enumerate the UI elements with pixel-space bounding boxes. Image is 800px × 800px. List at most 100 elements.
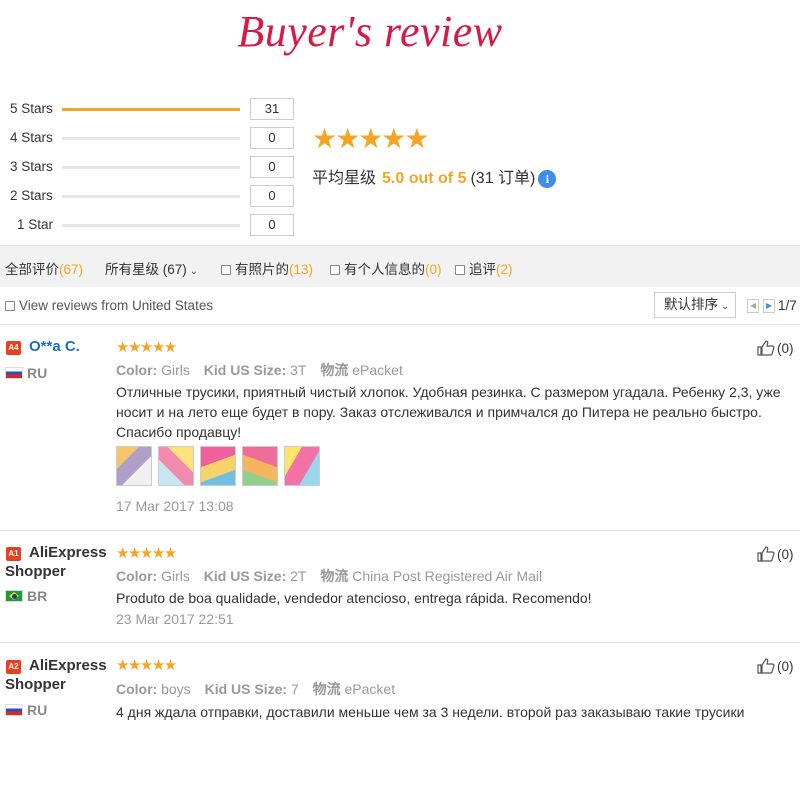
helpful-button[interactable]: (0): [757, 658, 794, 674]
review-stars: ★★★★★: [116, 339, 177, 356]
filter-bar: 全部评价(67) 所有星级 (67) ⌄ 有照片的(13) 有个人信息的(0) 追…: [0, 245, 800, 287]
view-us-reviews[interactable]: View reviews from United States: [5, 298, 213, 313]
info-icon[interactable]: i: [538, 169, 557, 188]
buyer-country: BR: [27, 588, 48, 604]
color-value: Girls: [161, 362, 190, 378]
filter-photos-label: 有照片的: [235, 262, 289, 277]
rating-row-label: 3 Stars: [10, 159, 53, 174]
buyer-name: AliExpress Shopper: [5, 657, 107, 693]
rating-count: 31: [250, 98, 294, 120]
rating-bar: [62, 137, 240, 140]
rating-bar: [62, 108, 240, 111]
checkbox-icon[interactable]: [455, 265, 465, 275]
helpful-button[interactable]: (0): [757, 340, 794, 356]
filter-star-select[interactable]: 所有星级 (67) ⌄: [105, 258, 198, 278]
review-attributes: Color: boys Kid US Size: 7 物流 ePacket: [116, 679, 395, 699]
review-attributes: Color: Girls Kid US Size: 2T 物流 China Po…: [116, 566, 542, 586]
shipping-label: 物流: [312, 681, 341, 697]
review-item: A4 O**a C. RU ★★★★★ Color: Girls Kid US …: [0, 326, 800, 531]
buyer-name: AliExpress Shopper: [5, 544, 107, 580]
size-label: Kid US Size:: [203, 362, 287, 378]
buyer-country: RU: [27, 365, 48, 381]
rating-row-3[interactable]: 3 Stars 0: [0, 156, 300, 178]
review-photo[interactable]: [158, 446, 194, 486]
flag-icon: [5, 367, 23, 379]
filter-followup[interactable]: 追评(2): [455, 258, 513, 278]
filter-with-info[interactable]: 有个人信息的(0): [330, 258, 442, 278]
shipping-value: ePacket: [344, 681, 396, 697]
rating-row-2[interactable]: 2 Stars 0: [0, 185, 300, 207]
checkbox-icon[interactable]: [330, 265, 340, 275]
filter-photos-count: (13): [289, 262, 314, 277]
size-label: Kid US Size:: [204, 681, 288, 697]
filter-all-count: (67): [59, 262, 84, 277]
view-bar: View reviews from United States 默认排序 ⌄ ◀ …: [0, 287, 800, 325]
color-label: Color:: [116, 568, 158, 584]
sort-label: 默认排序: [664, 297, 718, 312]
rating-row-1[interactable]: 1 Star 0: [0, 214, 300, 236]
average-stars: ★★★★★: [312, 123, 430, 154]
chevron-down-icon: ⌄: [721, 301, 730, 312]
rating-bar: [62, 195, 240, 198]
page-indicator: 1/7: [778, 298, 797, 313]
review-date: 17 Mar 2017 13:08: [116, 498, 234, 514]
buyer-name[interactable]: O**a C.: [29, 338, 80, 355]
thumbs-up-icon: [757, 658, 775, 674]
checkbox-icon[interactable]: [221, 265, 231, 275]
next-page-button[interactable]: ▶: [763, 299, 775, 313]
chevron-down-icon: ⌄: [189, 266, 199, 277]
thumbs-up-icon: [757, 546, 775, 562]
helpful-count: (0): [777, 341, 794, 356]
size-label: Kid US Size:: [203, 568, 287, 584]
rating-row-label: 4 Stars: [10, 130, 53, 145]
average-rating: 平均星级 5.0 out of 5 (31 订单) i: [312, 164, 557, 188]
thumbs-up-icon: [757, 340, 775, 356]
rating-row-label: 2 Stars: [10, 188, 53, 203]
review-attributes: Color: Girls Kid US Size: 3T 物流 ePacket: [116, 360, 403, 380]
prev-page-button[interactable]: ◀: [747, 299, 759, 313]
filter-all-label: 全部评价: [5, 262, 59, 277]
helpful-button[interactable]: (0): [757, 546, 794, 562]
rating-row-5[interactable]: 5 Stars 31: [0, 98, 300, 120]
review-date: 23 Mar 2017 22:51: [116, 611, 234, 627]
review-photo[interactable]: [200, 446, 236, 486]
checkbox-icon[interactable]: [5, 301, 15, 311]
average-score: 5.0 out of 5: [382, 170, 467, 187]
shipping-label: 物流: [320, 362, 349, 378]
average-orders: (31 订单): [470, 170, 536, 187]
review-text: Отличные трусики, приятный чистый хлопок…: [116, 384, 781, 440]
buyer-level-badge: A4: [6, 341, 21, 355]
review-photos: [116, 446, 320, 486]
color-label: Color:: [116, 681, 158, 697]
filter-star-select-label: 所有星级 (67): [105, 262, 187, 277]
rating-count: 0: [250, 127, 294, 149]
review-photo[interactable]: [242, 446, 278, 486]
helpful-count: (0): [777, 547, 794, 562]
review-stars: ★★★★★: [116, 657, 177, 674]
rating-bar: [62, 166, 240, 169]
filter-all-reviews[interactable]: 全部评价(67): [5, 258, 83, 278]
shipping-value: China Post Registered Air Mail: [352, 568, 543, 584]
buyer-country: RU: [27, 702, 48, 718]
filter-followup-label: 追评: [469, 262, 496, 277]
review-photo[interactable]: [284, 446, 320, 486]
sort-select[interactable]: 默认排序 ⌄: [654, 292, 736, 318]
view-us-label: View reviews from United States: [19, 298, 214, 313]
size-value: 2T: [290, 568, 307, 584]
filter-with-photos[interactable]: 有照片的(13): [221, 258, 313, 278]
review-text: 4 дня ждала отправки, доставили меньше ч…: [116, 704, 745, 720]
filter-info-count: (0): [425, 262, 442, 277]
rating-bar-fill: [62, 108, 240, 111]
color-value: Girls: [161, 568, 190, 584]
filter-info-label: 有个人信息的: [344, 262, 425, 277]
rating-count: 0: [250, 185, 294, 207]
flag-icon: [5, 704, 23, 716]
banner-title: Buyer's review: [237, 7, 503, 56]
helpful-count: (0): [777, 659, 794, 674]
rating-row-4[interactable]: 4 Stars 0: [0, 127, 300, 149]
review-photo[interactable]: [116, 446, 152, 486]
color-label: Color:: [116, 362, 158, 378]
average-prefix: 平均星级: [312, 170, 377, 187]
review-text: Produto de boa qualidade, vendedor atenc…: [116, 590, 592, 606]
color-value: boys: [161, 681, 191, 697]
